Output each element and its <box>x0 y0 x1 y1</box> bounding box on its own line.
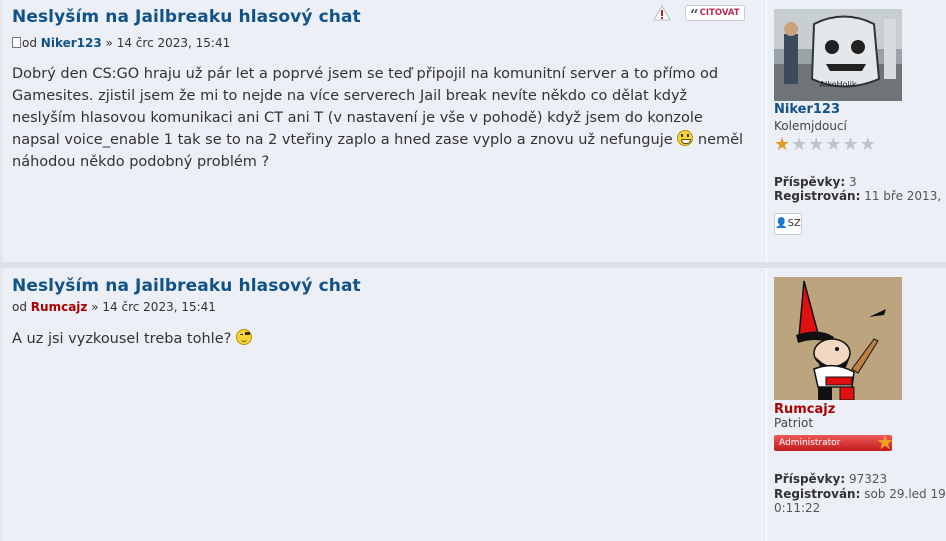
post-title[interactable]: Neslyším na Jailbreaku hlasový chat <box>12 7 361 27</box>
posts-label: Příspěvky: <box>774 472 846 486</box>
profile-registered: Registrován: sob 29.led 1999 <box>774 487 946 501</box>
profile-registered: Registrován: 11 bře 2013, 15 <box>774 189 946 203</box>
wink-smiley-icon <box>235 329 252 345</box>
post-author-link[interactable]: Niker123 <box>41 36 102 50</box>
profile-registered-time: 0:11:22 <box>774 501 820 515</box>
registered-label: Registrován: <box>774 189 861 203</box>
post-date: 14 črc 2023, 15:41 <box>116 36 231 50</box>
posts-count-link[interactable]: 3 <box>849 175 857 189</box>
meta-prefix: od <box>12 300 27 314</box>
star-icon: ★ <box>876 430 894 454</box>
rank-stars: ★★★★★★ <box>774 136 877 154</box>
rank-badge: Administrator ★ <box>774 430 894 454</box>
posts-label: Příspěvky: <box>774 175 846 189</box>
registered-time: 0:11:22 <box>774 501 821 515</box>
posts-count-link[interactable]: 97323 <box>849 472 887 486</box>
post-author-link[interactable]: Rumcajz <box>31 300 88 314</box>
profile-rank: Kolemjdoucí <box>774 119 847 133</box>
star-half-icon: ★ <box>774 134 792 155</box>
author-profile: Rumcajz Patriot Administrator ★ Příspěvk… <box>766 268 946 541</box>
meta-separator: » <box>105 36 113 50</box>
avatar[interactable] <box>774 277 902 400</box>
meta-prefix: od <box>22 36 37 50</box>
profile-username-link[interactable]: Niker123 <box>774 102 840 117</box>
post-content: A uz jsi vyzkousel treba tohle? <box>12 328 750 350</box>
post-title[interactable]: Neslyším na Jailbreaku hlasový chat <box>12 276 361 296</box>
quote-label: CITOVAT <box>699 8 740 18</box>
author-profile: AlkoHolik Niker123 Kolemjdoucí ★★★★★★ Př… <box>766 0 946 262</box>
post-date: 14 črc 2023, 15:41 <box>102 300 216 314</box>
post-meta: od Rumcajz » 14 črc 2023, 15:41 <box>12 300 216 314</box>
post-text: Dobrý den CS:GO hraju už pár let a poprv… <box>12 66 719 148</box>
post-meta: od Niker123 » 14 črc 2023, 15:41 <box>12 36 230 50</box>
post-2: Neslyším na Jailbreaku hlasový chat od R… <box>3 268 946 541</box>
profile-username-link[interactable]: Rumcajz <box>774 402 835 417</box>
profile-posts: Příspěvky: 3 <box>774 175 857 189</box>
avatar[interactable]: AlkoHolik <box>774 9 902 101</box>
rank-badge-label: Administrator <box>779 438 841 448</box>
user-contact-icon: 👤 <box>775 218 788 229</box>
registered-value: sob 29.led 1999 <box>864 487 946 501</box>
report-button[interactable] <box>653 4 671 21</box>
registered-value: 11 bře 2013, 15 <box>864 189 946 203</box>
post-content: Dobrý den CS:GO hraju už pár let a poprv… <box>12 63 750 173</box>
quote-icon: “ <box>690 6 699 24</box>
quote-button[interactable]: “CITOVAT <box>685 5 745 24</box>
avatar-caption: AlkoHolik <box>820 80 857 89</box>
meta-separator: » <box>91 300 99 314</box>
registered-label: Registrován: <box>774 487 861 501</box>
post-icon <box>12 37 21 48</box>
post-1: Neslyším na Jailbreaku hlasový chat “CIT… <box>3 0 946 262</box>
grin-smiley-icon <box>677 130 694 146</box>
private-message-button[interactable]: 👤SZ <box>774 213 802 235</box>
warning-icon <box>653 4 671 21</box>
star-empty-icon: ★★★★★ <box>791 134 877 155</box>
contact-label: SZ <box>787 218 801 229</box>
profile-posts: Příspěvky: 97323 <box>774 472 887 486</box>
post-text: A uz jsi vyzkousel treba tohle? <box>12 331 232 347</box>
profile-rank: Patriot <box>774 416 814 430</box>
